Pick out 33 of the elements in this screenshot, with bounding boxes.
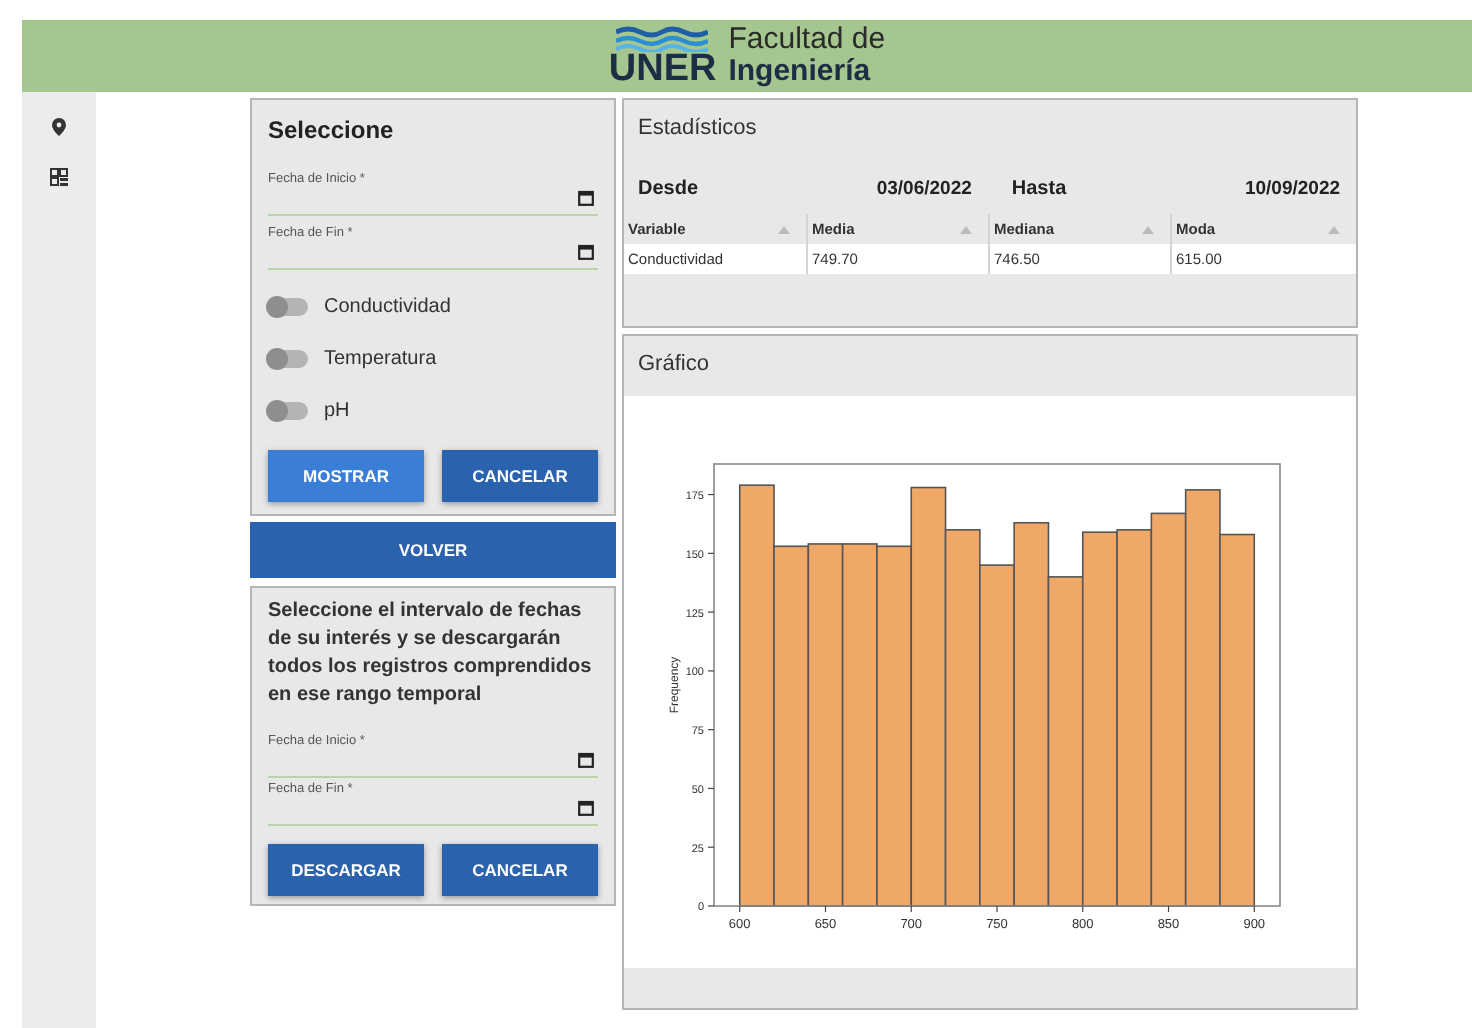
toggle-label: Temperatura [324, 348, 437, 370]
calendar-icon[interactable] [578, 800, 594, 816]
toggle-label: pH [324, 400, 350, 422]
sort-icon[interactable] [960, 225, 972, 233]
from-label: Desde [638, 177, 699, 199]
calendar-icon[interactable] [578, 190, 594, 206]
toggle-switch[interactable] [268, 298, 308, 316]
to-date: 10/09/2022 [1242, 177, 1341, 199]
cancel-button[interactable]: CANCELAR [442, 844, 598, 896]
panel-title: Estadísticos [636, 114, 759, 144]
from-date: 03/06/2022 [874, 177, 974, 199]
toggle-switch[interactable] [268, 402, 308, 420]
to-label: Hasta [1011, 177, 1067, 199]
instructions-text: Seleccione el intervalo de fechas de su interés y se descargarán todos los registros comprendidos en ese rango temporal [268, 598, 594, 710]
show-button[interactable]: MOSTRAR [268, 450, 424, 502]
download-button[interactable]: DESCARGAR [268, 844, 424, 896]
calendar-icon[interactable] [578, 244, 594, 260]
waves-icon [616, 25, 709, 51]
toggle-switch[interactable] [268, 350, 308, 368]
logo-mark: UNER [608, 51, 717, 87]
qr-code-icon[interactable] [50, 168, 68, 186]
logo-text: Facultad de [728, 24, 886, 56]
cancel-button[interactable]: CANCELAR [442, 450, 598, 502]
sort-icon[interactable] [1142, 225, 1154, 233]
card-title: Seleccione [268, 116, 396, 144]
toggle-label: Conductividad [324, 296, 451, 318]
location-pin-icon[interactable] [52, 118, 66, 136]
logo-text: Ingeniería [728, 56, 873, 88]
sort-icon[interactable] [1328, 225, 1340, 233]
calendar-icon[interactable] [578, 752, 594, 768]
back-button[interactable]: VOLVER [250, 522, 616, 578]
sort-icon[interactable] [778, 225, 790, 233]
panel-title: Gráfico [636, 350, 711, 380]
